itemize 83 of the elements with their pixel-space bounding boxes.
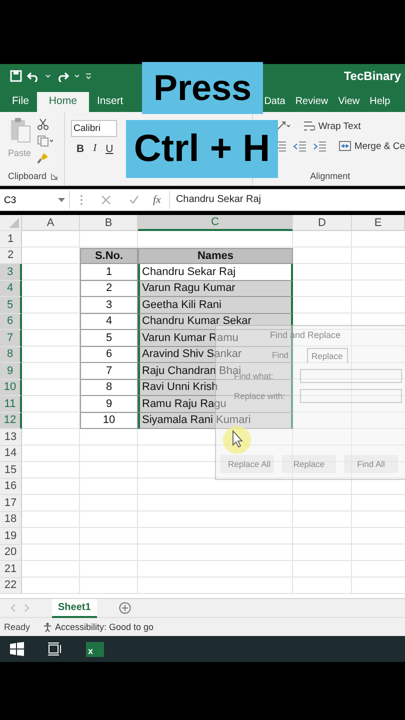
row-header[interactable]: 4 <box>0 280 22 297</box>
row-header[interactable]: 12 <box>0 412 22 429</box>
wrap-text-icon <box>303 120 316 132</box>
row-header[interactable]: 19 <box>0 528 22 544</box>
grip-icon <box>80 194 83 206</box>
table-cell: Geetha Kili Rani <box>138 297 293 314</box>
redo-icon[interactable] <box>56 70 69 82</box>
accessibility-icon <box>42 622 54 632</box>
column-header[interactable]: A <box>22 215 80 231</box>
formula-field[interactable]: Chandru Sekar Raj <box>168 191 405 209</box>
caption-banner: Ctrl + H <box>126 120 278 178</box>
row-header[interactable]: 22 <box>0 578 22 594</box>
replace-input-field[interactable] <box>300 389 402 403</box>
column-heading: Names <box>138 248 293 264</box>
column-heading: S.No. <box>80 248 138 264</box>
column-header[interactable]: D <box>293 215 352 231</box>
row-header[interactable]: 10 <box>0 380 22 396</box>
field-label: Replace with: <box>234 391 286 401</box>
caption-banner: Press <box>142 62 263 114</box>
task-view-icon[interactable] <box>48 642 62 656</box>
row-header[interactable]: 7 <box>0 330 22 346</box>
row-header[interactable]: 2 <box>0 248 22 264</box>
ribbon-tab[interactable]: Home <box>36 92 89 112</box>
table-cell: Varun Ragu Kumar <box>138 280 293 297</box>
ribbon-tab[interactable]: Review <box>290 92 334 112</box>
row-header[interactable]: 18 <box>0 512 22 528</box>
ribbon-tab[interactable]: View <box>333 92 365 112</box>
ribbon-tab[interactable]: Insert <box>88 92 132 112</box>
increase-indent-icon[interactable] <box>313 140 328 152</box>
cursor-icon <box>222 425 252 455</box>
row-header[interactable]: 8 <box>0 346 22 363</box>
insert-function-button[interactable]: fx <box>153 194 161 206</box>
column-header[interactable]: E <box>352 215 405 231</box>
wrap-text-button[interactable]: Wrap Text <box>303 120 361 132</box>
sheet-tab[interactable]: Sheet1 <box>52 598 97 618</box>
group-label: Alignment <box>310 171 350 181</box>
font-style-button[interactable]: U <box>106 143 114 155</box>
merge-button[interactable]: Merge & Ce <box>339 140 405 152</box>
group-label: Clipboard <box>8 171 47 181</box>
row-header[interactable]: 11 <box>0 396 22 412</box>
row-header[interactable]: 5 <box>0 297 22 314</box>
row-header[interactable]: 9 <box>0 363 22 380</box>
table-cell: Siyamala Rani Kumari <box>138 412 293 429</box>
caret-icon <box>58 198 65 202</box>
excel-icon[interactable]: x <box>86 642 104 656</box>
status-text: Ready <box>4 622 30 632</box>
font-style-button[interactable]: B <box>76 143 84 155</box>
row-header[interactable]: 6 <box>0 314 22 330</box>
cancel-icon[interactable] <box>101 195 111 205</box>
row-header[interactable]: 16 <box>0 478 22 495</box>
column-header[interactable]: C <box>138 215 293 231</box>
check-icon[interactable] <box>129 195 139 205</box>
ribbon-tab[interactable]: Help <box>364 92 396 112</box>
row-header[interactable]: 21 <box>0 561 22 578</box>
align-right-icon[interactable] <box>275 140 288 152</box>
find-input-field[interactable] <box>300 369 402 383</box>
windows-icon[interactable] <box>10 642 24 656</box>
name-box[interactable]: C3 <box>0 191 70 209</box>
scissors-icon[interactable] <box>37 118 50 130</box>
font-name-field[interactable]: Calibri <box>70 120 117 137</box>
app-name: TecBinary <box>344 69 401 83</box>
orientation-icon[interactable] <box>275 120 292 132</box>
row-header[interactable]: 15 <box>0 462 22 478</box>
table-cell: Chandru Kumar Sekar <box>138 314 293 330</box>
save-icon[interactable] <box>10 70 22 82</box>
row-header[interactable]: 13 <box>0 429 22 446</box>
row-header[interactable]: 3 <box>0 264 22 280</box>
font-style-button[interactable]: I <box>93 143 97 155</box>
undo-icon[interactable] <box>27 70 40 82</box>
dialog-launcher-icon[interactable] <box>50 172 58 180</box>
table-cell: Chandru Sekar Raj <box>138 264 293 280</box>
add-sheet-icon[interactable] <box>118 602 131 614</box>
row-header[interactable]: 14 <box>0 446 22 462</box>
accessibility-button[interactable]: Accessibility: Good to go <box>42 622 154 632</box>
copy-icon[interactable] <box>37 135 54 147</box>
row-header[interactable]: 20 <box>0 544 22 561</box>
row-header[interactable]: 17 <box>0 495 22 512</box>
ribbon-tab[interactable]: File <box>4 92 37 112</box>
row-header[interactable]: 1 <box>0 231 22 248</box>
decrease-indent-icon[interactable] <box>293 140 308 152</box>
brush-icon[interactable] <box>37 152 50 164</box>
merge-icon <box>339 140 352 152</box>
column-header[interactable]: B <box>80 215 138 231</box>
